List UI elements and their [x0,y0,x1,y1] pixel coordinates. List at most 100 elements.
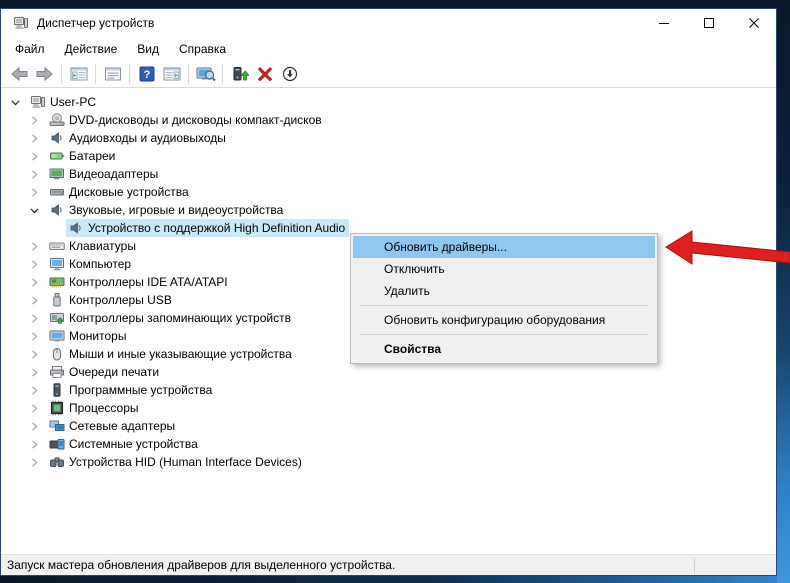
show-console-tree-button[interactable] [66,63,91,86]
menu-item-scan-hardware[interactable]: Обновить конфигурацию оборудования [353,309,655,331]
arrow-right-icon [35,66,54,82]
menu-view[interactable]: Вид [127,38,169,60]
tree-item-software-devices[interactable]: Программные устройства [1,381,776,399]
menu-item-disable-device[interactable]: Отключить [353,258,655,280]
tree-node[interactable]: Контроллеры USB [47,291,176,309]
chevron-right-icon[interactable] [30,129,47,147]
tree-node[interactable]: Клавиатуры [47,237,140,255]
tree-node[interactable]: Процессоры [47,399,143,417]
menu-item-properties[interactable]: Свойства [353,338,655,360]
menu-item-update-drivers[interactable]: Обновить драйверы... [353,236,655,258]
tree-item-sound-video-game[interactable]: Звуковые, игровые и видеоустройства [1,201,776,219]
menu-file[interactable]: Файл [5,38,55,60]
chevron-right-icon[interactable] [30,417,47,435]
maximize-button[interactable] [686,9,731,37]
chevron-right-icon[interactable] [30,309,47,327]
disable-icon [282,66,298,82]
tree-node[interactable]: Контроллеры IDE ATA/ATAPI [47,273,232,291]
tree-item-audio-inputs-outputs[interactable]: Аудиовходы и аудиовыходы [1,129,776,147]
back-button[interactable] [7,63,32,86]
chevron-right-icon[interactable] [30,399,47,417]
tree-node[interactable]: Программные устройства [47,381,216,399]
maximize-icon [704,18,714,28]
tree-item-video-adapters[interactable]: Видеоадаптеры [1,165,776,183]
tree-node[interactable]: Сетевые адаптеры [47,417,179,435]
tree-item-label: Компьютер [69,257,131,271]
tree-item-user-pc[interactable]: User-PC [1,93,776,111]
chevron-right-icon[interactable] [30,165,47,183]
chevron-right-icon[interactable] [30,435,47,453]
tree-node[interactable]: Звуковые, игровые и видеоустройства [47,201,287,219]
menu-bar: ФайлДействиеВидСправка [1,37,776,61]
tree-node-selected[interactable]: Устройство с поддержкой High Definition … [66,219,349,237]
chevron-right-icon[interactable] [30,273,47,291]
chevron-placeholder [49,219,66,237]
menu-action[interactable]: Действие [55,38,128,60]
tree-item-disk-devices[interactable]: Дисковые устройства [1,183,776,201]
usb-icon [49,292,65,308]
chevron-right-icon[interactable] [30,327,47,345]
tree-node[interactable]: DVD-дисководы и дисководы компакт-дисков [47,111,326,129]
tree-item-print-queues[interactable]: Очереди печати [1,363,776,381]
tree-item-hid-devices[interactable]: Устройства HID (Human Interface Devices) [1,453,776,471]
tree-node[interactable]: User-PC [28,93,100,111]
toolbar-separator [61,64,62,84]
menu-help[interactable]: Справка [169,38,236,60]
tree-node[interactable]: Компьютер [47,255,135,273]
tree-item-dvd-drives[interactable]: DVD-дисководы и дисководы компакт-дисков [1,111,776,129]
chevron-down-icon[interactable] [30,201,47,219]
tree-node[interactable]: Мониторы [47,327,130,345]
tree-item-label: Мониторы [69,329,126,343]
properties-button[interactable] [100,63,125,86]
chevron-right-icon[interactable] [30,255,47,273]
tree-item-batteries[interactable]: Батареи [1,147,776,165]
tree-node[interactable]: Контроллеры запоминающих устройств [47,309,295,327]
toolbar-separator [129,64,130,84]
uninstall-button[interactable] [252,63,277,86]
chevron-down-icon[interactable] [11,93,28,111]
chevron-right-icon[interactable] [30,291,47,309]
chevron-right-icon[interactable] [30,381,47,399]
chevron-right-icon[interactable] [30,183,47,201]
monitor-icon [49,328,65,344]
window-controls [641,9,776,37]
minimize-button[interactable] [641,9,686,37]
help-button[interactable]: ? [134,63,159,86]
titlebar[interactable]: Диспетчер устройств [1,9,776,37]
tree-item-processors[interactable]: Процессоры [1,399,776,417]
desktop-wallpaper-right [777,0,790,583]
show-action-pane-button[interactable] [159,63,184,86]
chevron-right-icon[interactable] [30,111,47,129]
ide-controller-icon [49,274,65,290]
tree-item-label: Устройства HID (Human Interface Devices) [69,455,302,469]
context-menu: Обновить драйверы...ОтключитьУдалить Обно… [350,233,658,364]
mouse-icon [49,346,65,362]
tree-item-system-devices[interactable]: Системные устройства [1,435,776,453]
tree-item-label: Клавиатуры [69,239,136,253]
tree-node[interactable]: Очереди печати [47,363,163,381]
tree-node[interactable]: Системные устройства [47,435,202,453]
tree-node[interactable]: Батареи [47,147,119,165]
tree-node[interactable]: Мыши и иные указывающие устройства [47,345,296,363]
tree-node[interactable]: Дисковые устройства [47,183,193,201]
menu-item-uninstall-device[interactable]: Удалить [353,280,655,302]
help-icon: ? [139,66,155,82]
close-button[interactable] [731,9,776,37]
chevron-right-icon[interactable] [30,147,47,165]
svg-text:?: ? [143,69,150,81]
scan-hardware-changes-button[interactable] [193,63,218,86]
chevron-right-icon[interactable] [30,363,47,381]
tree-item-label: Системные устройства [69,437,198,451]
forward-button[interactable] [32,63,57,86]
system-device-icon [49,436,65,452]
tree-node[interactable]: Видеоадаптеры [47,165,162,183]
tree-item-network-adapters[interactable]: Сетевые адаптеры [1,417,776,435]
chevron-right-icon[interactable] [30,237,47,255]
update-driver-button[interactable] [227,63,252,86]
tree-node[interactable]: Устройства HID (Human Interface Devices) [47,453,306,471]
chevron-right-icon[interactable] [30,453,47,471]
update-driver-icon [231,66,249,82]
disable-button[interactable] [277,63,302,86]
chevron-right-icon[interactable] [30,345,47,363]
tree-node[interactable]: Аудиовходы и аудиовыходы [47,129,230,147]
